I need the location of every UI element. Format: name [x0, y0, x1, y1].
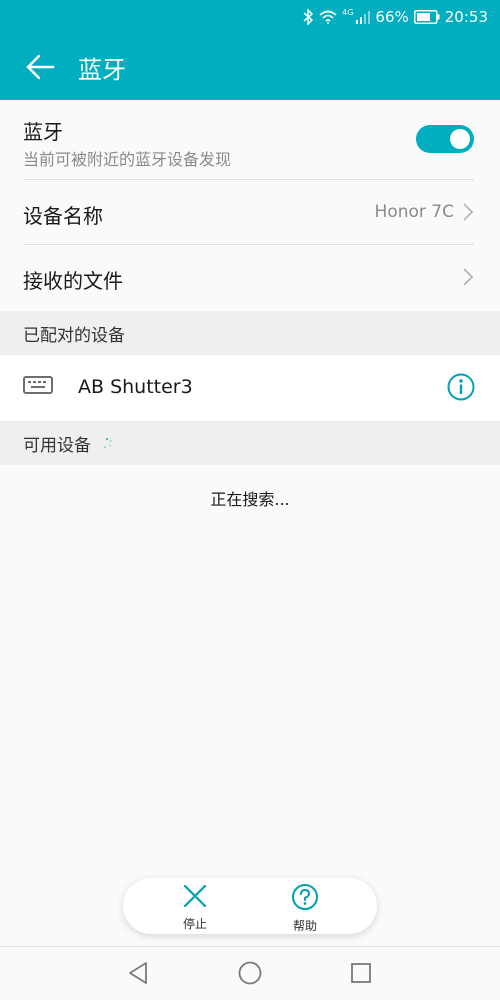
device-name-row[interactable]: 设备名称 Honor 7C — [0, 180, 500, 244]
page-title: 蓝牙 — [78, 55, 126, 84]
battery-percent: 66% — [375, 8, 409, 26]
device-name-value: Honor 7C — [374, 202, 454, 222]
chevron-right-icon — [463, 203, 474, 221]
available-devices-header: 可用设备 — [0, 421, 500, 465]
keyboard-icon — [23, 376, 53, 394]
status-bar: 4G 66% 20:53 — [0, 0, 500, 34]
bluetooth-subtitle: 当前可被附近的蓝牙设备发现 — [23, 150, 232, 169]
chevron-right-icon — [463, 268, 474, 286]
device-name-label: 设备名称 — [23, 204, 103, 228]
signal-icon — [356, 10, 371, 24]
loading-spinner-icon — [104, 438, 112, 448]
bluetooth-title: 蓝牙 — [23, 120, 63, 144]
bluetooth-icon — [303, 9, 314, 25]
stop-button[interactable]: 停止 — [160, 883, 230, 931]
help-button[interactable]: 帮助 — [270, 883, 340, 933]
available-devices-title: 可用设备 — [23, 435, 91, 456]
received-files-row[interactable]: 接收的文件 — [0, 245, 500, 309]
wifi-icon — [319, 10, 337, 24]
paired-device-name: AB Shutter3 — [78, 376, 193, 398]
home-circle-icon[interactable] — [237, 960, 263, 986]
arrow-left-icon — [26, 54, 55, 80]
bluetooth-toggle[interactable] — [416, 125, 474, 153]
info-icon[interactable] — [446, 372, 476, 402]
back-triangle-icon[interactable] — [126, 960, 152, 986]
help-label: 帮助 — [292, 919, 317, 933]
received-files-label: 接收的文件 — [23, 269, 123, 293]
recents-square-icon[interactable] — [348, 960, 374, 986]
help-icon — [292, 884, 318, 910]
bottom-action-bar: 停止 帮助 — [123, 878, 377, 934]
clock: 20:53 — [444, 8, 488, 26]
toggle-knob — [450, 129, 470, 149]
app-bar: 蓝牙 — [0, 34, 500, 100]
paired-device-row[interactable]: AB Shutter3 — [0, 355, 500, 420]
searching-status: 正在搜索... — [210, 490, 290, 509]
system-nav-bar — [0, 946, 500, 1000]
paired-devices-title: 已配对的设备 — [23, 325, 125, 346]
battery-icon — [413, 10, 440, 24]
network-type: 4G — [342, 8, 354, 17]
back-button[interactable] — [10, 34, 70, 100]
paired-devices-header: 已配对的设备 — [0, 311, 500, 355]
close-icon — [183, 884, 207, 908]
stop-label: 停止 — [182, 917, 207, 931]
